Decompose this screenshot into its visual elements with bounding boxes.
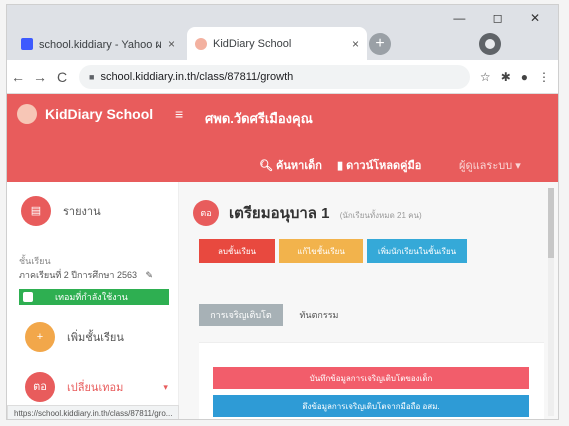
user-menu[interactable]: ผู้ดูแลระบบ ▾ [459,156,521,174]
back-icon[interactable]: ← [7,69,29,85]
brand-name: KidDiary School [45,106,154,122]
search-child-label: ค้นหาเด็ก [276,160,322,172]
tab-growth[interactable]: การเจริญเติบโต [199,304,283,326]
tab-dental[interactable]: ทันตกรรม [289,304,349,326]
report-icon: ▤ [21,196,51,226]
search-child-link[interactable]: 🔍︎ ค้นหาเด็ก [259,156,322,174]
star-icon[interactable]: ☆ [480,70,491,84]
url-text: school.kiddiary.in.th/class/87811/growth [100,70,294,83]
room-header: ตอ เตรียมอนุบาล 1 (นักเรียนทั้งหมด 21 คน… [193,200,422,226]
tab-strip: school.kiddiary - Yahoo ผลลัพธ์ × KidDia… [7,5,558,60]
url-field[interactable]: ■ school.kiddiary.in.th/class/87811/grow… [79,64,470,89]
kiddiary-favicon-icon [195,37,207,50]
status-bar: https://school.kiddiary.in.th/class/8781… [7,405,180,419]
menu-icon[interactable]: ≡ [175,106,183,122]
sidebar-item-label: รายงาน [63,206,101,218]
growth-panel: บันทึกข้อมูลการเจริญเติบโตของเด็ก ดึงข้อ… [199,342,544,419]
content-tabs: การเจริญเติบโต ทันตกรรม [199,304,349,326]
reload-icon[interactable]: C [51,69,73,85]
tab-close-icon[interactable]: × [352,37,359,51]
logo-icon [17,104,37,124]
check-icon [23,292,33,302]
delete-class-button[interactable]: ลบชั้นเรียน [199,239,275,263]
sidebar-item-add-class[interactable]: + เพิ่มชั้นเรียน [25,322,124,352]
download-manual-link[interactable]: ▮ ดาวน์โหลดคู่มือ [337,156,421,174]
browser-window: school.kiddiary - Yahoo ผลลัพธ์ × KidDia… [6,4,559,420]
term-text: ภาคเรียนที่ 2 ปีการศึกษา 2563 [19,270,138,280]
browser-tools: ☆ ✱ ● ⋮ [470,70,558,84]
import-growth-button[interactable]: ดึงข้อมูลการเจริญเติบโตจากมือถือ อสม. [213,395,529,417]
room-title: เตรียมอนุบาล 1 (นักเรียนทั้งหมด 21 คน) [229,201,422,225]
profile-icon[interactable]: ● [521,70,528,84]
tab-kiddiary[interactable]: KidDiary School × [187,27,367,60]
page-scrollbar[interactable] [548,188,554,416]
badge-text: เทอมที่กำลังใช้งาน [55,292,128,302]
add-student-button[interactable]: เพิ่มนักเรียนในชั้นเรียน [367,239,467,263]
wrench-icon[interactable]: ✎ [146,270,154,280]
sidebar-item-report[interactable]: ▤ รายงาน [21,196,101,226]
yahoo-favicon-icon [21,37,33,50]
new-tab-button[interactable]: + [369,33,391,55]
school-name: ศพด.วัดศรีเมืองคุณ [205,111,313,126]
book-icon: ▮ [337,160,347,172]
record-growth-button[interactable]: บันทึกข้อมูลการเจริญเติบโตของเด็ก [213,367,529,389]
address-bar: ← → C ■ school.kiddiary.in.th/class/8781… [7,60,558,94]
brand-logo[interactable]: KidDiary School [17,104,153,124]
term-label[interactable]: ภาคเรียนที่ 2 ปีการศึกษา 2563 ✎ [19,268,153,282]
edit-class-button[interactable]: แก้ไขชั้นเรียน [279,239,363,263]
room-subtitle: (นักเรียนทั้งหมด 21 คน) [339,211,422,220]
sidebar-item-label: เปลี่ยนเทอม [67,382,124,394]
term-icon: ตอ [25,372,55,402]
sidebar: ▤ รายงาน ชั้นเรียน ภาคเรียนที่ 2 ปีการศึ… [7,182,179,419]
plus-icon: + [25,322,55,352]
app-header: KidDiary School ≡ ศพด.วัดศรีเมืองคุณ 🔍︎ … [7,94,558,182]
photo-background: school.kiddiary - Yahoo ผลลัพธ์ × KidDia… [0,0,569,426]
level-label: ชั้นเรียน [19,256,51,266]
user-label: ผู้ดูแลระบบ [459,160,513,172]
tab-yahoo[interactable]: school.kiddiary - Yahoo ผลลัพธ์ × [13,27,183,60]
more-icon[interactable]: ⋮ [538,70,550,84]
download-manual-label: ดาวน์โหลดคู่มือ [346,160,422,172]
search-icon: 🔍︎ [259,160,277,172]
sidebar-item-label: เพิ่มชั้นเรียน [67,332,124,344]
active-term-badge: เทอมที่กำลังใช้งาน [19,289,169,305]
forward-icon[interactable]: → [29,69,51,85]
sidebar-item-change-term[interactable]: ตอ เปลี่ยนเทอม ▾ [25,372,168,402]
main-content: ตอ เตรียมอนุบาล 1 (นักเรียนทั้งหมด 21 คน… [179,182,558,419]
record-icon[interactable] [479,33,501,55]
lock-icon: ■ [89,71,95,82]
extensions-icon[interactable]: ✱ [501,70,511,84]
window-controls[interactable]: — ◻ ✕ [453,11,552,25]
tab-close-icon[interactable]: × [168,37,175,51]
room-actions: ลบชั้นเรียน แก้ไขชั้นเรียน เพิ่มนักเรียน… [199,239,467,263]
tab-title: KidDiary School [213,37,292,50]
tab-title: school.kiddiary - Yahoo ผลลัพธ์ [39,38,162,51]
room-title-text: เตรียมอนุบาล 1 [229,205,330,222]
chevron-down-icon: ▾ [163,381,168,392]
room-avatar: ตอ [193,200,219,226]
